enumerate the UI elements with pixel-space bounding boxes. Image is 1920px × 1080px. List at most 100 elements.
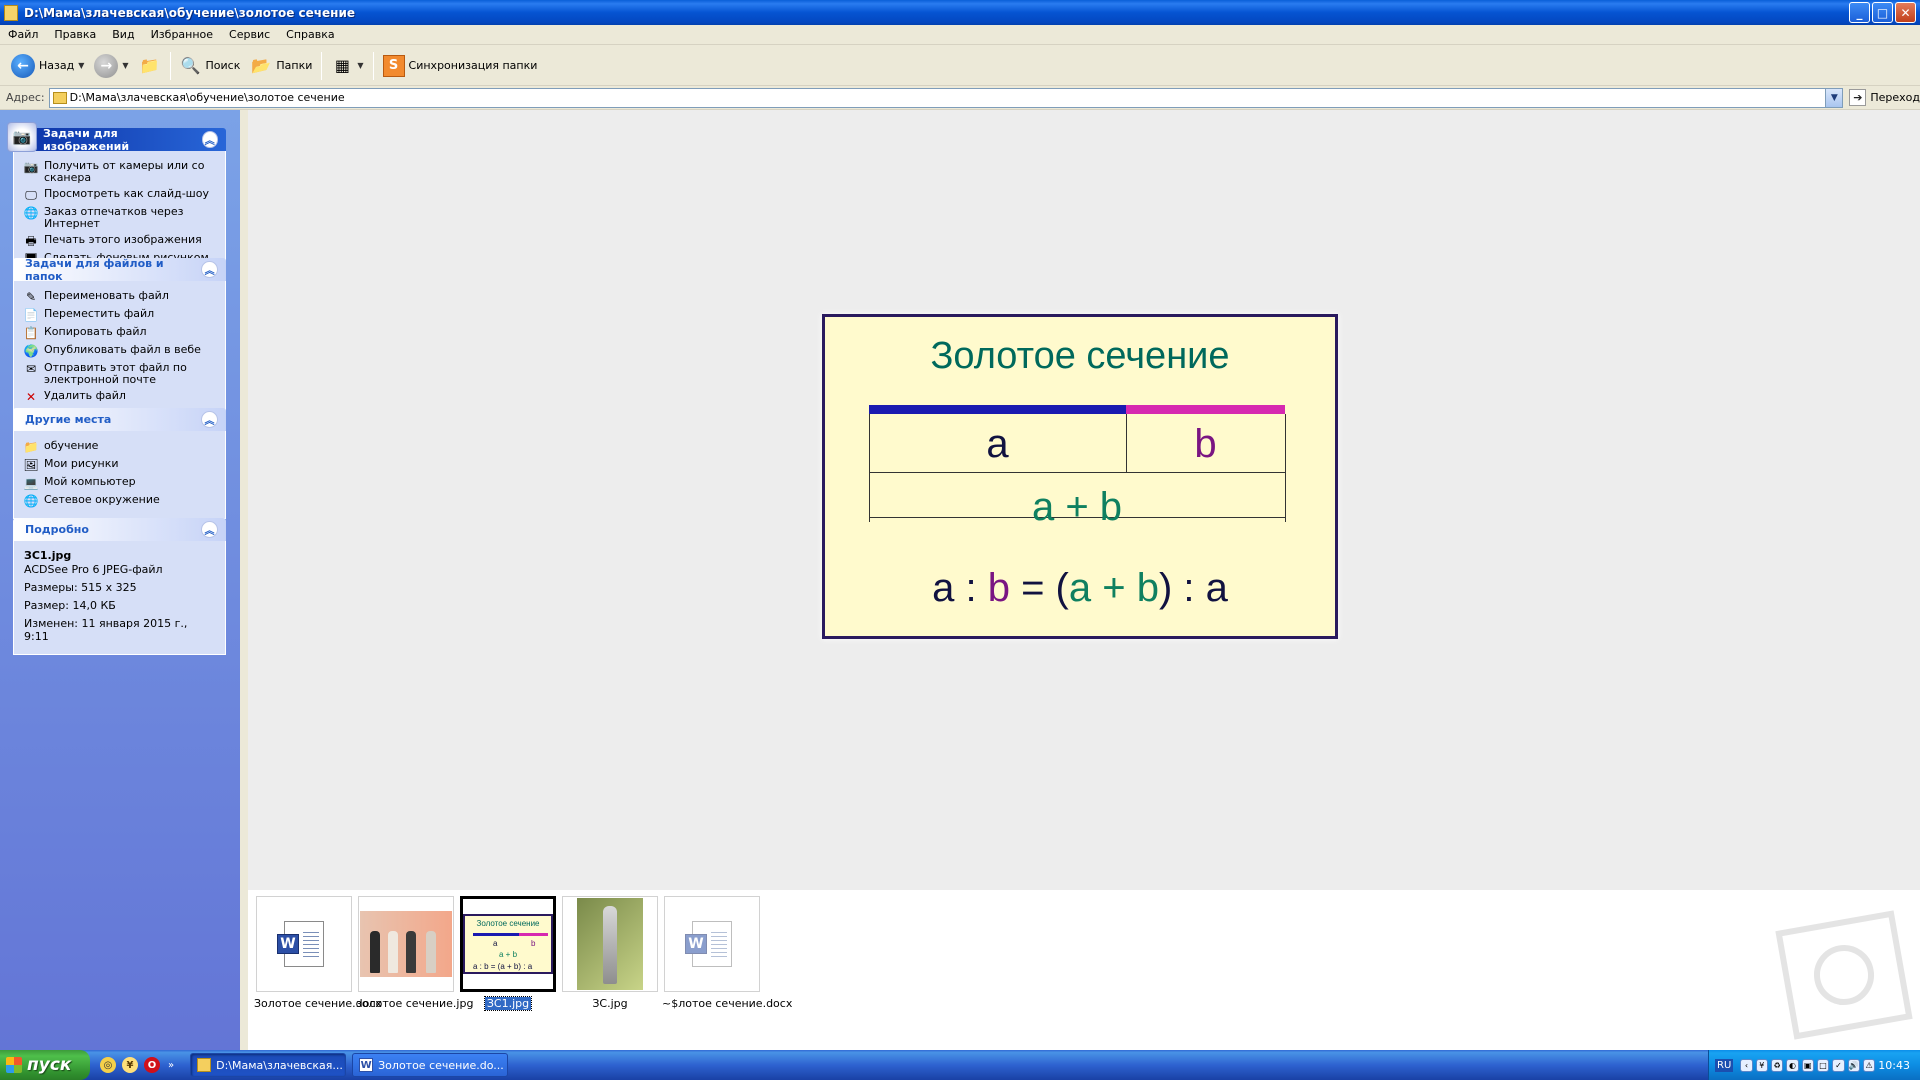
folder-icon bbox=[52, 91, 67, 104]
go-button[interactable]: ➔ Переход bbox=[1849, 89, 1920, 106]
task-email[interactable]: ✉ Отправить этот файл по электронной почт… bbox=[24, 362, 215, 386]
close-button[interactable]: ✕ bbox=[1895, 2, 1916, 23]
menu-edit[interactable]: Правка bbox=[46, 28, 104, 41]
thumbnail: W bbox=[256, 896, 352, 992]
mini-title: Золотое сечение bbox=[476, 919, 540, 928]
thumbnail: W bbox=[664, 896, 760, 992]
task-move[interactable]: 📄 Переместить файл bbox=[24, 308, 215, 322]
forward-dropdown-icon[interactable]: ▼ bbox=[122, 61, 128, 70]
forward-button[interactable]: → ▼ bbox=[89, 50, 133, 82]
taskbar-button-label: Золотое сечение.do... bbox=[378, 1058, 504, 1072]
tray-icon[interactable]: ✓ bbox=[1832, 1058, 1845, 1072]
folders-label: Папки bbox=[276, 59, 313, 72]
views-button[interactable]: ▦ ▼ bbox=[326, 50, 368, 82]
golden-ratio-image: Золотое сечение a b a + b a : b = (a + b… bbox=[822, 314, 1338, 639]
thumbnail-label: ЗС1.jpg bbox=[458, 996, 558, 1011]
place-my-pictures[interactable]: 🖼 Мои рисунки bbox=[23, 458, 215, 472]
details-body: ЗС1.jpg ACDSee Pro 6 JPEG-файл Размеры: … bbox=[13, 541, 226, 655]
back-dropdown-icon[interactable]: ▼ bbox=[78, 61, 84, 70]
image-viewer: Золотое сечение a b a + b a : b = (a + b… bbox=[248, 110, 1920, 980]
task-publish[interactable]: 🌍 Опубликовать файл в вебе bbox=[24, 344, 215, 358]
address-dropdown-icon[interactable]: ▼ bbox=[1825, 88, 1843, 107]
mini-label-sum: a + b bbox=[499, 950, 518, 959]
menu-tools[interactable]: Сервис bbox=[221, 28, 278, 41]
quicklaunch-app-icon[interactable]: ◎ bbox=[100, 1057, 116, 1073]
tray-icon[interactable]: ⚠ bbox=[1862, 1058, 1876, 1072]
mini-formula: a : b = (a + b) : a bbox=[473, 962, 533, 971]
formula-a: a bbox=[1068, 566, 1092, 610]
thumbnail-label-text: ЗС1.jpg bbox=[483, 996, 533, 1011]
collapse-icon[interactable]: ︽ bbox=[201, 521, 218, 538]
folders-button[interactable]: 📂 Папки bbox=[245, 50, 317, 82]
sync-folder-button[interactable]: S Синхронизация папки bbox=[378, 50, 543, 82]
tray-icon[interactable]: ♻ bbox=[1770, 1058, 1784, 1072]
views-icon: ▦ bbox=[334, 56, 350, 75]
camera-icon: 📷 bbox=[7, 122, 37, 152]
tray-icon[interactable]: ◐ bbox=[1786, 1058, 1799, 1072]
fashion-photo-thumbnail bbox=[360, 911, 452, 977]
golden-formula: a : b = (a + b) : a bbox=[825, 566, 1335, 611]
address-input[interactable]: D:\Мама\злачевская\обучение\золотое сече… bbox=[48, 87, 1844, 108]
filmstrip-item[interactable]: W ~$лотое сечение.docx bbox=[662, 896, 793, 1010]
place-network[interactable]: 🌐 Сетевое окружение bbox=[24, 494, 215, 508]
task-rename[interactable]: ✎ Переименовать файл bbox=[24, 290, 215, 304]
thumbnail-label: ЗС.jpg bbox=[592, 997, 628, 1010]
maximize-button[interactable]: □ bbox=[1872, 2, 1893, 23]
tray-icon[interactable]: ‹ bbox=[1740, 1058, 1753, 1072]
tray-icon[interactable]: ▣ bbox=[1801, 1058, 1814, 1072]
task-delete[interactable]: ✕ Удалить файл bbox=[24, 390, 215, 404]
thumbnail: Золотое сечение a b a + b a : b = (a + b… bbox=[460, 896, 556, 992]
delete-icon: ✕ bbox=[25, 390, 37, 404]
filmstrip-item[interactable]: ЗС.jpg bbox=[560, 896, 660, 1010]
place-my-computer[interactable]: 💻 Мой компьютер bbox=[24, 476, 215, 490]
word-document-icon: W bbox=[685, 921, 732, 967]
task-print-image[interactable]: 🖶 Печать этого изображения bbox=[24, 234, 215, 248]
up-folder-button[interactable]: 📁 bbox=[134, 50, 166, 82]
email-icon: ✉ bbox=[25, 362, 37, 376]
window-title-bar[interactable]: D:\Мама\злачевская\обучение\золотое сече… bbox=[0, 0, 1920, 25]
start-button[interactable]: пуск bbox=[0, 1050, 90, 1080]
collapse-icon[interactable]: ︽ bbox=[201, 411, 218, 428]
system-tray: RU ‹ ¥ ♻ ◐ ▣ □ ✓ 🔊 ⚠ 10:43 bbox=[1708, 1050, 1920, 1080]
task-slideshow[interactable]: 🖵 Просмотреть как слайд-шоу bbox=[24, 188, 215, 202]
mini-label-a: a bbox=[493, 939, 498, 948]
language-indicator[interactable]: RU bbox=[1715, 1058, 1734, 1072]
place-obuchenie[interactable]: 📁 обучение bbox=[24, 440, 215, 454]
tray-icon[interactable]: ¥ bbox=[1755, 1058, 1768, 1072]
opera-icon[interactable]: O bbox=[144, 1057, 160, 1073]
other-places-panel: Другие места ︽ 📁 обучение 🖼 Мои рисунки 💻 М… bbox=[13, 408, 226, 519]
task-pane: 📷 Задачи для изображений ︽ 📷 Получить от … bbox=[0, 110, 240, 1050]
back-button[interactable]: ← Назад ▼ bbox=[6, 50, 89, 82]
details-header[interactable]: Подробно ︽ bbox=[13, 518, 226, 541]
thumbnail-label: ~$лотое сечение.docx bbox=[662, 997, 793, 1010]
folder-icon bbox=[4, 4, 18, 21]
task-get-from-camera[interactable]: 📷 Получить от камеры или со сканера bbox=[24, 160, 215, 184]
menu-file[interactable]: Файл bbox=[0, 28, 46, 41]
formula-b: b bbox=[1136, 566, 1159, 610]
menu-help[interactable]: Справка bbox=[278, 28, 342, 41]
menu-favorites[interactable]: Избранное bbox=[143, 28, 221, 41]
collapse-icon[interactable]: ︽ bbox=[201, 261, 218, 278]
file-tasks-header[interactable]: Задачи для файлов и папок ︽ bbox=[13, 257, 226, 283]
image-tasks-header[interactable]: Задачи для изображений ︽ bbox=[13, 127, 226, 153]
quicklaunch-more-icon[interactable]: » bbox=[168, 1060, 174, 1071]
taskbar-explorer-button[interactable]: D:\Мама\злачевская... bbox=[190, 1053, 347, 1077]
other-places-header[interactable]: Другие места ︽ bbox=[13, 408, 226, 431]
taskbar-word-button[interactable]: W Золотое сечение.do... bbox=[352, 1053, 509, 1077]
watermark-logo bbox=[1775, 910, 1913, 1040]
menu-view[interactable]: Вид bbox=[104, 28, 142, 41]
search-button[interactable]: 🔍 Поиск bbox=[175, 50, 246, 82]
volume-icon[interactable]: 🔊 bbox=[1847, 1058, 1860, 1072]
minimize-button[interactable]: _ bbox=[1849, 2, 1870, 23]
filmstrip-item[interactable]: W Золотое сечение.docx bbox=[254, 896, 382, 1010]
clock: 10:43 bbox=[1878, 1058, 1910, 1072]
quicklaunch-app-icon[interactable]: ¥ bbox=[122, 1057, 138, 1073]
task-copy[interactable]: 📋 Копировать файл bbox=[24, 326, 215, 340]
collapse-icon[interactable]: ︽ bbox=[201, 131, 218, 148]
filmstrip-item[interactable]: золотое сечение.jpg bbox=[356, 896, 473, 1010]
task-label: Копировать файл bbox=[44, 325, 147, 338]
tray-icon[interactable]: □ bbox=[1816, 1058, 1830, 1072]
filmstrip-item-selected[interactable]: Золотое сечение a b a + b a : b = (a + b… bbox=[458, 896, 558, 1011]
task-order-prints[interactable]: 🌐 Заказ отпечатков через Интернет bbox=[24, 206, 215, 230]
formula-a: a bbox=[1205, 566, 1228, 610]
